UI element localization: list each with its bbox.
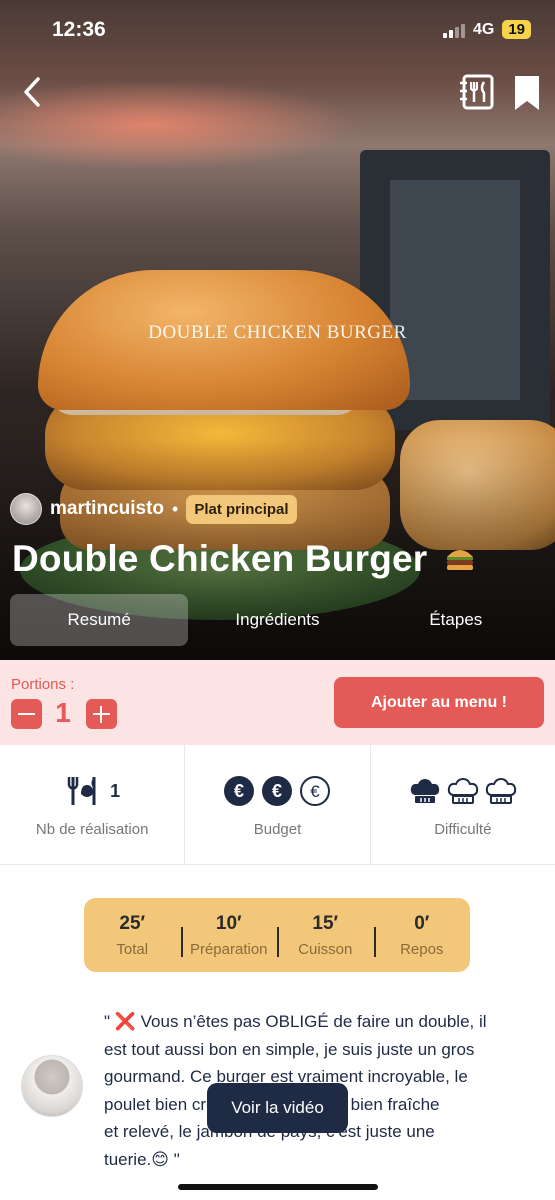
stat-budget: € € € Budget <box>184 745 369 864</box>
tab-ingredients[interactable]: Ingrédients <box>188 594 366 646</box>
time-cuisson-value: 15′ <box>312 912 339 934</box>
separator-dot: • <box>172 498 179 519</box>
status-indicators: 4G 19 <box>442 20 531 39</box>
realisations-count: 1 <box>110 780 121 801</box>
watch-video-button[interactable]: Voir la vidéo <box>207 1083 348 1133</box>
svg-text:€: € <box>272 781 282 801</box>
author-avatar[interactable] <box>10 493 42 525</box>
euro-icon: € <box>262 776 293 806</box>
recipe-book-icon <box>460 74 494 110</box>
chef-hat-outline-icon <box>447 777 478 804</box>
realisations-label: Nb de réalisation <box>35 821 149 838</box>
time-preparation-value: 10′ <box>215 912 242 934</box>
svg-text:€: € <box>234 781 244 801</box>
category-badge: Plat principal <box>186 494 297 524</box>
chevron-left-icon <box>24 77 40 107</box>
time-repos-value: 0′ <box>414 912 430 934</box>
home-indicator <box>178 1184 378 1190</box>
burger-icon <box>446 550 473 570</box>
budget-label: Budget <box>253 821 302 838</box>
time-preparation-label: Préparation <box>189 940 268 958</box>
status-time: 12:36 <box>52 18 106 41</box>
description-line: " ❌ Vous n’êtes pas OBLIGÉ de faire un d… <box>104 1012 487 1031</box>
tab-etapes[interactable]: Étapes <box>367 594 545 646</box>
budget-level: € € € <box>223 773 331 809</box>
difficulty-level <box>409 773 517 809</box>
portions-label: Portions : <box>11 676 75 693</box>
time-repos: 0′ Repos <box>373 912 471 958</box>
recipe-title-text: Double Chicken Burger <box>12 538 428 579</box>
network-type: 4G <box>472 20 495 38</box>
chef-hat-outline-icon <box>485 777 516 804</box>
increase-portions-button[interactable] <box>86 699 117 729</box>
time-total-label: Total <box>116 940 149 958</box>
time-summary: 25′ Total 10′ Préparation 15′ Cuisson 0′… <box>84 898 470 972</box>
difficulty-label: Difficulté <box>434 821 492 838</box>
time-cuisson-label: Cuisson <box>298 940 353 958</box>
author-row: martincuisto • Plat principal <box>10 493 297 525</box>
time-cuisson: 15′ Cuisson <box>277 913 374 958</box>
cutlery-icon <box>67 777 96 805</box>
stat-difficulty: Difficulté <box>369 745 555 864</box>
add-to-menu-button[interactable]: Ajouter au menu ! <box>334 677 544 728</box>
background-light <box>0 80 360 170</box>
author-avatar-large[interactable] <box>21 1055 83 1117</box>
bookmark-button[interactable] <box>512 74 542 112</box>
tab-resume[interactable]: Resumé <box>10 594 189 646</box>
background-window-pane <box>390 180 520 400</box>
svg-text:€: € <box>311 782 321 801</box>
time-total-value: 25′ <box>119 912 146 934</box>
bun-branding: DOUBLE CHICKEN BURGER <box>0 322 555 344</box>
stat-realisations: 1 Nb de réalisation <box>0 745 184 864</box>
decrease-portions-button[interactable] <box>11 699 42 729</box>
description-line: tuerie.😊 " <box>104 1149 180 1169</box>
time-total: 25′ Total <box>84 913 181 958</box>
time-preparation: 10′ Préparation <box>180 912 278 958</box>
recipe-book-button[interactable] <box>458 74 496 110</box>
time-repos-label: Repos <box>400 940 444 958</box>
author-name[interactable]: martincuisto <box>50 498 164 520</box>
euro-outline-icon: € <box>300 776 331 806</box>
back-button[interactable] <box>14 72 54 112</box>
bun-branding-text: DOUBLE CHICKEN BURGER <box>148 322 407 343</box>
recipe-tabs: Resumé Ingrédients Étapes <box>10 594 545 646</box>
recipe-title: Double Chicken Burger <box>12 538 476 580</box>
signal-icon <box>442 22 465 38</box>
chef-hat-icon <box>410 779 439 803</box>
euro-icon: € <box>224 776 255 806</box>
portion-count: 1 <box>55 697 71 728</box>
battery-icon: 19 <box>502 20 531 39</box>
bookmark-icon <box>515 76 539 110</box>
description-line: est tout aussi bon en simple, je suis ju… <box>104 1039 475 1059</box>
recipe-stats: 1 Nb de réalisation € € € Budget Difficu… <box>0 745 555 865</box>
